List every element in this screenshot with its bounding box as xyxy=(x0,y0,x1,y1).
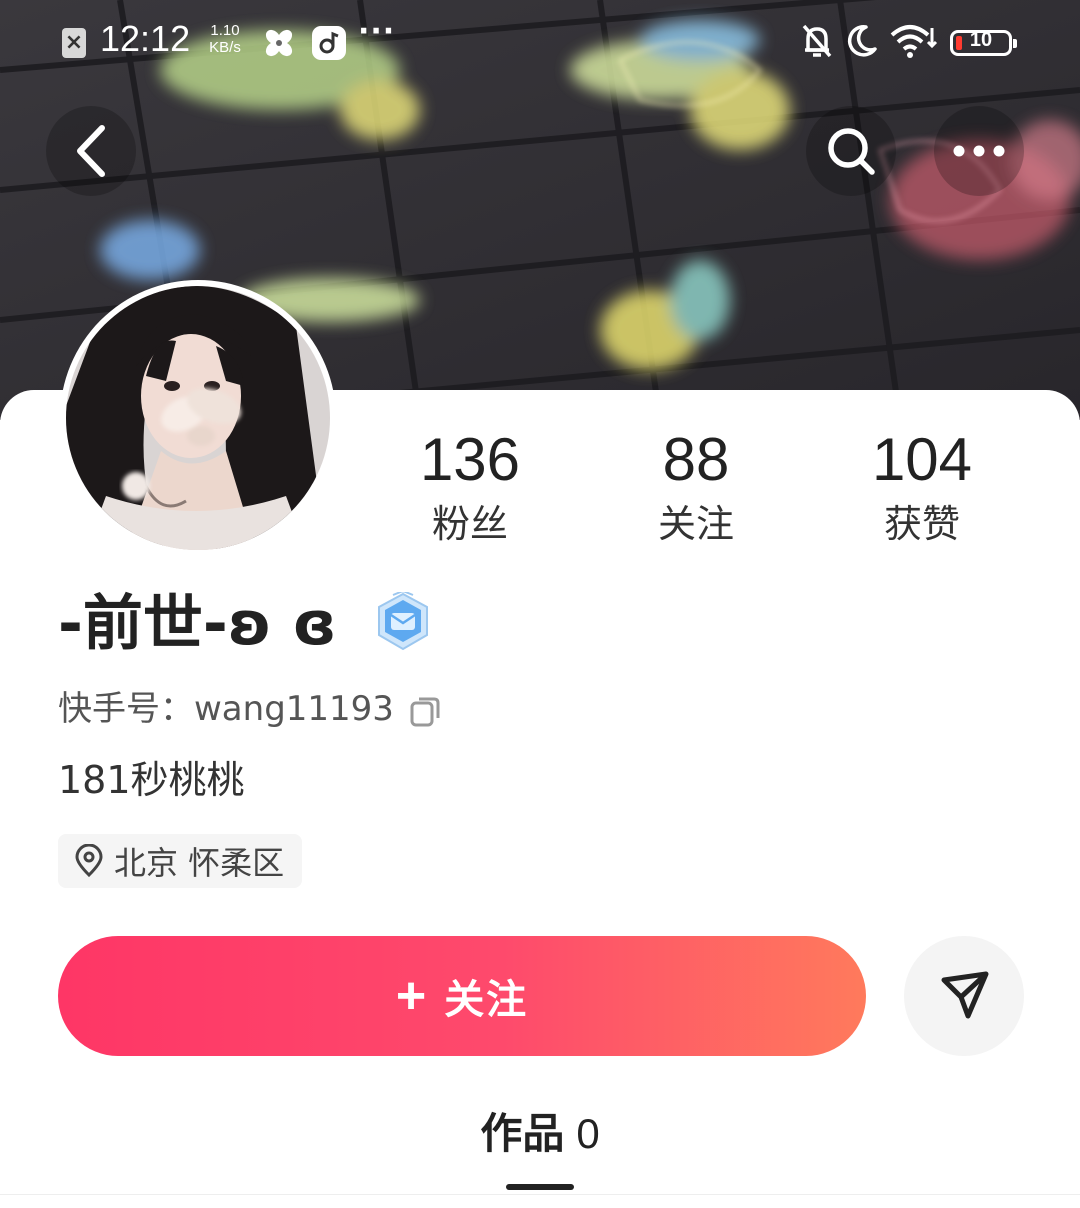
bio: 181秒桃桃 xyxy=(58,758,245,802)
stat-likes-label: 获赞 xyxy=(883,502,960,546)
plus-icon: + xyxy=(395,967,427,1025)
stat-likes-count: 104 xyxy=(871,426,973,493)
stat-fans-label: 粉丝 xyxy=(431,502,508,546)
music-app-icon xyxy=(312,26,346,60)
status-system-icons: 10 xyxy=(800,22,1022,62)
close-box-icon: × xyxy=(62,28,86,58)
battery-icon: 10 xyxy=(950,29,1017,56)
stat-following-label: 关注 xyxy=(657,502,734,546)
status-time: 12:12 xyxy=(100,18,191,59)
send-message-button[interactable] xyxy=(904,936,1024,1056)
stat-likes[interactable]: 104 获赞 xyxy=(822,424,1022,548)
more-dots-icon xyxy=(953,145,1005,157)
wifi-icon xyxy=(890,25,938,58)
pinwheel-app-icon xyxy=(262,26,296,60)
kuaishou-id: 快手号：wang11193 xyxy=(58,689,394,729)
tab-works[interactable]: 作品 0 xyxy=(0,1102,1080,1166)
avatar[interactable] xyxy=(60,280,336,556)
kuaishou-id-row: 快手号：wang11193 xyxy=(58,684,458,734)
tab-divider xyxy=(0,1194,1080,1195)
location-pin-icon xyxy=(75,844,103,878)
back-arrow-icon xyxy=(77,125,105,177)
search-button[interactable] xyxy=(806,106,896,196)
copy-icon[interactable] xyxy=(408,694,442,728)
location-tag[interactable]: 北京 怀柔区 xyxy=(58,834,303,888)
follow-button-label: 关注 xyxy=(444,977,529,1023)
more-options-button[interactable] xyxy=(934,106,1024,196)
search-icon xyxy=(828,128,875,175)
stat-fans[interactable]: 136 粉丝 xyxy=(370,424,570,548)
avatar-image xyxy=(66,286,330,550)
mute-bell-icon xyxy=(802,24,832,58)
battery-level: 10 xyxy=(969,29,993,51)
status-bar: × 12:12 1.10 KB/s ··· 10 xyxy=(0,0,1080,86)
network-speed-unit: KB/s xyxy=(209,39,241,56)
tab-works-count: 0 xyxy=(576,1110,600,1157)
stat-fans-count: 136 xyxy=(419,426,521,493)
stat-following-count: 88 xyxy=(662,426,730,493)
username: -前世-ʚ ɞ xyxy=(58,589,337,659)
status-more-indicator: ··· xyxy=(358,14,396,49)
tab-active-indicator xyxy=(506,1184,574,1190)
network-speed-value: 1.10 xyxy=(210,22,240,39)
stat-following[interactable]: 88 关注 xyxy=(596,424,796,548)
back-button[interactable] xyxy=(46,106,136,196)
send-arrow-icon xyxy=(941,971,989,1019)
follow-button[interactable]: + 关注 xyxy=(58,936,866,1056)
level-badge-icon[interactable] xyxy=(376,589,430,656)
moon-icon xyxy=(847,25,877,57)
location-text: 北京 怀柔区 xyxy=(114,844,285,882)
network-speed: 1.10 KB/s xyxy=(202,22,248,56)
tab-works-label: 作品 xyxy=(480,1109,565,1158)
